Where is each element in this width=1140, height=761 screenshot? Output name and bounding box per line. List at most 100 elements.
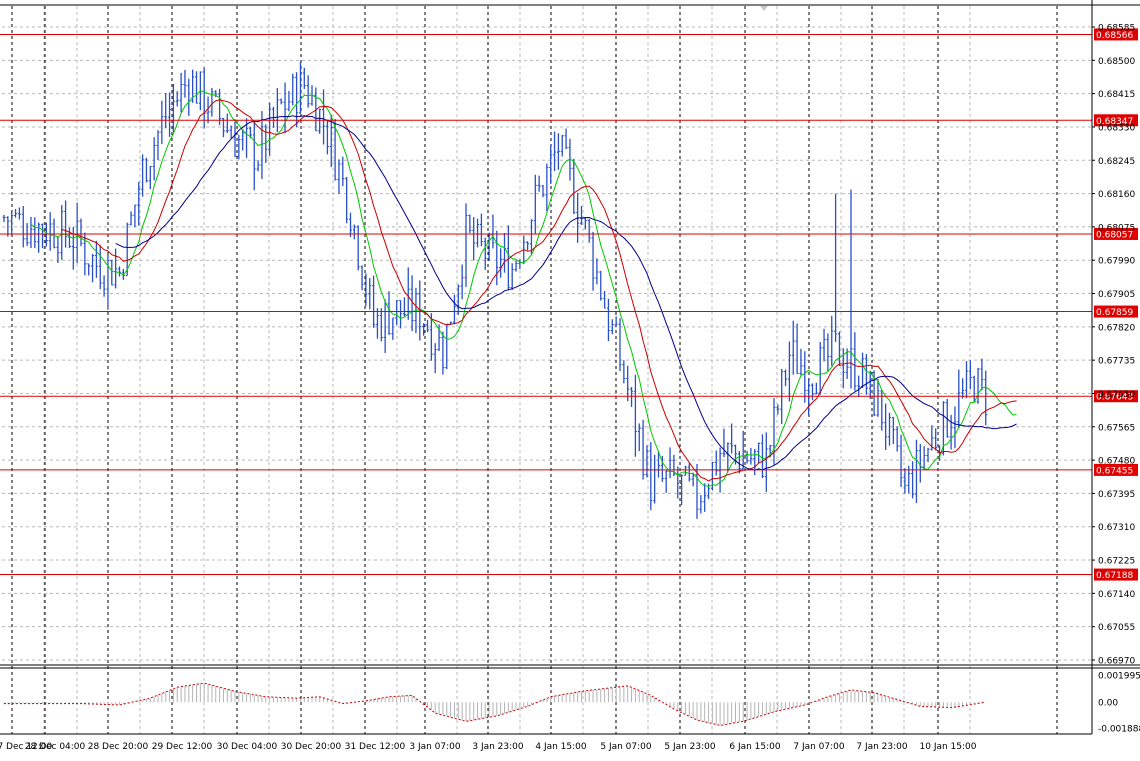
price-bar bbox=[618, 318, 622, 372]
price-bar bbox=[861, 352, 865, 389]
chart-canvas[interactable]: 0.685660.683470.680570.678590.676430.674… bbox=[0, 0, 1140, 757]
price-bar bbox=[349, 212, 352, 237]
price-bar bbox=[64, 200, 68, 248]
horizontal-levels[interactable]: 0.685660.683470.680570.678590.676430.674… bbox=[0, 28, 1138, 581]
price-bar bbox=[325, 119, 329, 155]
price-bar bbox=[807, 378, 811, 415]
price-bar bbox=[67, 227, 71, 249]
price-bar bbox=[787, 341, 791, 402]
price-tick-label: 0.67055 bbox=[1098, 623, 1135, 633]
price-bar bbox=[699, 495, 703, 514]
price-bar bbox=[553, 131, 557, 172]
price-bar bbox=[152, 137, 156, 181]
price-bar bbox=[949, 414, 953, 450]
price-tick-label: 0.67905 bbox=[1098, 290, 1135, 300]
price-bar bbox=[17, 207, 21, 220]
price-bar bbox=[14, 208, 18, 218]
price-bar bbox=[318, 108, 322, 134]
price-bar bbox=[556, 133, 560, 170]
price-bar bbox=[75, 202, 79, 264]
price-bar bbox=[834, 193, 838, 342]
price-bar bbox=[526, 241, 530, 251]
price-bar bbox=[857, 375, 861, 398]
price-bar bbox=[391, 317, 395, 340]
price-bar bbox=[853, 332, 857, 391]
price-bar bbox=[610, 319, 614, 335]
price-bar bbox=[375, 308, 379, 339]
price-bar bbox=[972, 375, 976, 403]
price-bar bbox=[168, 92, 172, 137]
price-bar bbox=[298, 62, 302, 114]
svg-text:0.67859: 0.67859 bbox=[1096, 308, 1133, 318]
price-bar bbox=[710, 461, 714, 491]
price-bar bbox=[722, 428, 726, 458]
price-bar bbox=[795, 323, 799, 374]
price-bar bbox=[210, 87, 214, 117]
price-tick-label: 0.68330 bbox=[1098, 123, 1135, 133]
price-tick-label: 0.68160 bbox=[1098, 190, 1135, 200]
time-tick-label: 28 Dec 04:00 bbox=[25, 742, 86, 752]
price-bar bbox=[322, 89, 326, 145]
price-bar bbox=[899, 434, 903, 488]
price-bar bbox=[814, 382, 818, 395]
time-tick-label: 30 Dec 04:00 bbox=[217, 742, 278, 752]
price-bar bbox=[379, 308, 383, 342]
price-bar bbox=[221, 118, 225, 138]
time-tick-label: 6 Jan 15:00 bbox=[729, 742, 781, 752]
price-bar bbox=[256, 160, 260, 172]
price-bar bbox=[98, 245, 102, 290]
price-bar bbox=[826, 333, 830, 371]
price-bar bbox=[934, 428, 938, 451]
price-bar bbox=[984, 370, 988, 426]
price-bar bbox=[703, 483, 707, 512]
price-bar bbox=[976, 367, 980, 404]
price-bar bbox=[302, 67, 306, 89]
price-tick-label: 0.67310 bbox=[1098, 523, 1135, 533]
price-bar bbox=[33, 217, 37, 249]
price-bar bbox=[664, 469, 668, 493]
price-bar bbox=[668, 447, 672, 479]
price-tick-label: 0.66970 bbox=[1098, 657, 1135, 667]
price-bar bbox=[468, 214, 472, 233]
price-bar bbox=[591, 231, 595, 291]
price-bar bbox=[225, 113, 229, 133]
price-bar bbox=[741, 430, 745, 470]
price-bar bbox=[503, 232, 506, 273]
price-bar bbox=[144, 157, 148, 183]
price-tick-label: 0.67480 bbox=[1098, 457, 1135, 467]
price-bar bbox=[291, 73, 295, 106]
price-bar bbox=[237, 134, 241, 160]
time-tick-label: 3 Jan 23:00 bbox=[472, 742, 524, 752]
osc-tick-label: 0.00 bbox=[1098, 699, 1118, 709]
price-bar bbox=[760, 434, 764, 479]
price-bar bbox=[680, 474, 684, 506]
price-bar bbox=[876, 378, 880, 417]
price-bar bbox=[868, 370, 872, 400]
price-bar bbox=[387, 291, 391, 335]
price-bar bbox=[337, 159, 341, 194]
price-bar bbox=[395, 300, 399, 325]
price-bar bbox=[968, 360, 972, 390]
shift-marker-icon[interactable] bbox=[760, 6, 768, 11]
price-bar bbox=[961, 378, 965, 399]
price-bar bbox=[229, 125, 233, 139]
price-bar bbox=[91, 254, 95, 283]
price-bar bbox=[472, 217, 476, 261]
price-bar bbox=[649, 442, 653, 511]
price-bar bbox=[980, 358, 984, 391]
oscillator-panel bbox=[0, 664, 1140, 726]
price-bar bbox=[637, 423, 641, 452]
price-bar bbox=[753, 449, 757, 476]
price-bar bbox=[441, 331, 445, 375]
price-bar bbox=[52, 218, 56, 249]
price-bar bbox=[87, 263, 91, 276]
price-bar bbox=[518, 259, 522, 269]
price-bar bbox=[202, 67, 206, 129]
price-bar bbox=[56, 236, 60, 264]
price-bar bbox=[599, 270, 603, 301]
price-bar bbox=[791, 320, 795, 375]
price-chart[interactable]: 0.68566 0.68347 0.68057 0.67859 0.67643 0.674… bbox=[0, 0, 1140, 757]
time-tick-label: 4 Jan 15:00 bbox=[535, 742, 587, 752]
price-bar bbox=[510, 263, 514, 291]
price-bar bbox=[287, 90, 291, 112]
